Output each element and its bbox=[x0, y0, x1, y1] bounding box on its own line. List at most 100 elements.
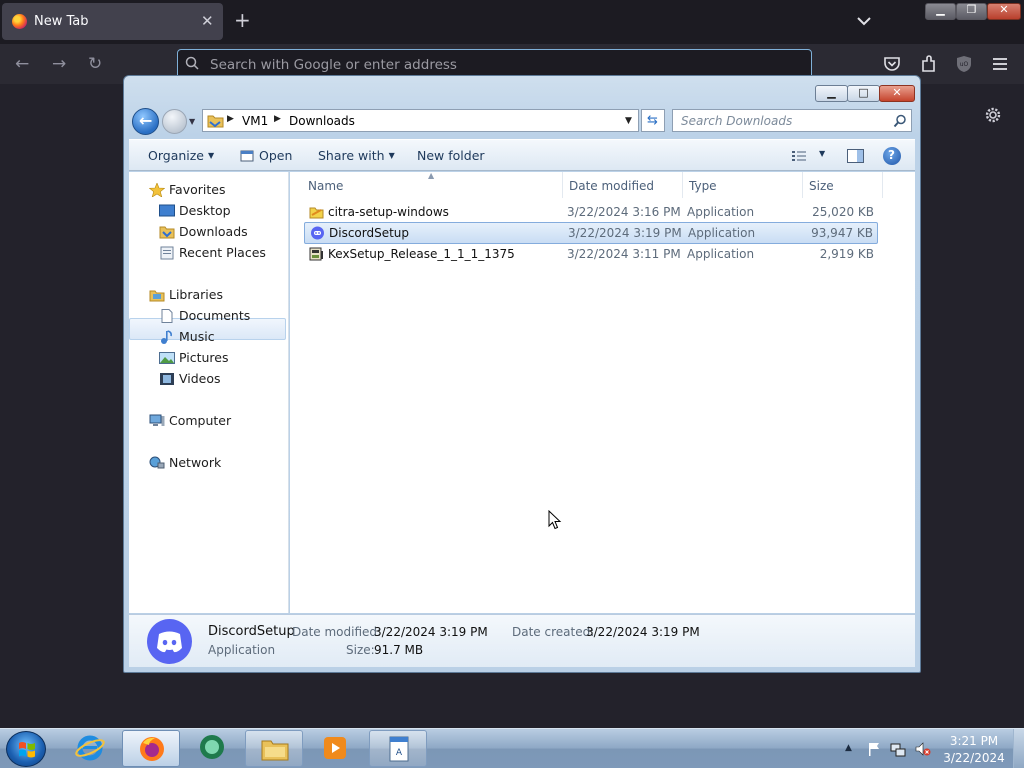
breadcrumb-vm1[interactable]: VM1 bbox=[242, 114, 268, 128]
browser-close-button[interactable]: ✕ bbox=[987, 3, 1021, 20]
file-name: KexSetup_Release_1_1_1_1375 bbox=[328, 247, 515, 261]
discord-icon bbox=[311, 226, 324, 240]
pictures-icon bbox=[159, 352, 175, 364]
details-date-created-label: Date created: bbox=[512, 625, 595, 639]
explorer-back-button[interactable]: ← bbox=[132, 108, 159, 135]
show-hidden-icons-icon[interactable]: ▲ bbox=[845, 743, 852, 753]
show-desktop-button[interactable] bbox=[1013, 729, 1024, 768]
browser-tab-new-tab[interactable]: New Tab ✕ bbox=[2, 3, 223, 40]
file-size: 2,919 KB bbox=[819, 247, 874, 261]
column-divider[interactable] bbox=[562, 172, 563, 198]
browser-tab-title: New Tab bbox=[34, 14, 89, 29]
change-view-icon[interactable] bbox=[792, 150, 807, 162]
forward-arrow-icon[interactable]: → bbox=[52, 54, 66, 74]
volume-muted-icon[interactable] bbox=[915, 741, 931, 757]
column-header-date-modified[interactable]: Date modified bbox=[569, 179, 654, 193]
file-date: 3/22/2024 3:16 PM bbox=[567, 205, 681, 219]
search-downloads-input[interactable]: Search Downloads bbox=[672, 109, 912, 132]
nav-favorites-label: Favorites bbox=[169, 182, 226, 197]
action-center-flag-icon[interactable] bbox=[866, 741, 882, 757]
chevron-down-icon: ▼ bbox=[208, 151, 215, 160]
reload-icon[interactable]: ↻ bbox=[88, 54, 102, 74]
pocket-icon[interactable] bbox=[881, 53, 903, 75]
explorer-forward-button[interactable] bbox=[162, 109, 187, 134]
mouse-cursor-icon bbox=[548, 510, 562, 530]
back-arrow-icon[interactable]: ← bbox=[15, 54, 29, 74]
refresh-button[interactable]: ⇆ bbox=[641, 109, 665, 132]
browser-minimize-button[interactable]: ▁ bbox=[925, 3, 956, 20]
column-divider[interactable] bbox=[802, 172, 803, 198]
folder-icon bbox=[261, 740, 289, 761]
refresh-icon: ⇆ bbox=[647, 113, 658, 128]
firefox-favicon-icon bbox=[12, 14, 27, 29]
explorer-close-button[interactable]: ✕ bbox=[879, 85, 915, 102]
media-player-icon bbox=[324, 737, 346, 759]
nav-music-label: Music bbox=[179, 329, 215, 344]
start-button[interactable] bbox=[6, 731, 46, 767]
taskbar-app-green[interactable] bbox=[183, 730, 241, 767]
explorer-maximize-button[interactable]: □ bbox=[847, 85, 880, 102]
explorer-minimize-button[interactable]: ▁ bbox=[815, 85, 848, 102]
taskbar-internet-explorer[interactable] bbox=[61, 730, 119, 767]
chevron-down-icon: ▼ bbox=[388, 151, 395, 160]
breadcrumb-separator-icon[interactable]: ▶ bbox=[227, 114, 234, 124]
file-row-citra-setup-windows[interactable]: citra-setup-windows 3/22/2024 3:16 PM Ap… bbox=[304, 202, 878, 222]
navigation-pane: Favorites Desktop Downloads Recent Place… bbox=[129, 172, 289, 613]
file-list-pane: ▲ Name Date modified Type Size citra-set… bbox=[290, 171, 915, 613]
newtab-settings-gear-icon[interactable] bbox=[983, 105, 1003, 125]
address-dropdown-icon[interactable]: ▼ bbox=[625, 116, 632, 126]
breadcrumb-separator-icon[interactable]: ▶ bbox=[274, 114, 281, 124]
address-bar[interactable]: ▶ VM1 ▶ Downloads ▼ bbox=[202, 109, 639, 132]
new-tab-button[interactable]: + bbox=[234, 9, 251, 31]
browser-restore-button[interactable]: ❐ bbox=[956, 3, 987, 20]
taskbar-firefox[interactable] bbox=[122, 730, 180, 767]
folder-icon bbox=[207, 115, 224, 128]
search-icon[interactable] bbox=[893, 114, 907, 128]
internet-explorer-icon bbox=[75, 735, 105, 761]
tab-close-icon[interactable]: ✕ bbox=[201, 12, 214, 30]
search-icon bbox=[185, 56, 199, 70]
details-size-value: 91.7 MB bbox=[374, 643, 424, 657]
preview-pane-icon[interactable] bbox=[847, 149, 864, 163]
new-folder-button[interactable]: New folder bbox=[417, 148, 485, 163]
breadcrumb-downloads[interactable]: Downloads bbox=[289, 114, 355, 128]
extensions-icon[interactable] bbox=[918, 53, 940, 75]
column-header-type[interactable]: Type bbox=[689, 179, 717, 193]
nav-documents-label: Documents bbox=[179, 308, 251, 323]
view-options-dropdown-icon[interactable]: ▼ bbox=[819, 149, 825, 158]
list-all-tabs-icon[interactable] bbox=[855, 12, 873, 30]
file-name: DiscordSetup bbox=[329, 226, 410, 240]
column-header-size[interactable]: Size bbox=[809, 179, 834, 193]
discord-logo-icon bbox=[157, 631, 182, 653]
open-icon[interactable] bbox=[240, 149, 254, 163]
share-with-label: Share with bbox=[318, 148, 385, 163]
firefox-icon bbox=[140, 737, 164, 761]
file-row-discordsetup[interactable]: DiscordSetup 3/22/2024 3:19 PM Applicati… bbox=[304, 222, 878, 244]
open-button[interactable]: Open bbox=[259, 148, 292, 163]
column-divider[interactable] bbox=[682, 172, 683, 198]
column-divider[interactable] bbox=[882, 172, 883, 198]
libraries-icon bbox=[149, 290, 165, 302]
share-with-button[interactable]: Share with ▼ bbox=[318, 148, 395, 163]
taskbar-windows-explorer[interactable] bbox=[245, 730, 303, 767]
clock-time[interactable]: 3:21 PM bbox=[935, 734, 1013, 748]
taskbar-media-player[interactable] bbox=[306, 730, 364, 767]
taskbar: A ▲ 3:21 PM 3/22/2024 bbox=[0, 728, 1024, 768]
nav-network-label: Network bbox=[169, 455, 222, 470]
taskbar-document-app[interactable]: A bbox=[369, 730, 427, 767]
network-tray-icon[interactable] bbox=[890, 741, 906, 757]
sort-ascending-icon: ▲ bbox=[428, 171, 435, 180]
file-size: 93,947 KB bbox=[811, 226, 873, 240]
column-header-name[interactable]: Name bbox=[308, 179, 343, 193]
help-icon[interactable]: ? bbox=[883, 147, 901, 165]
videos-icon bbox=[160, 373, 174, 385]
organize-button[interactable]: Organize ▼ bbox=[148, 148, 214, 163]
downloads-folder-icon bbox=[159, 226, 175, 239]
file-row-kexsetup[interactable]: KexSetup_Release_1_1_1_1375 3/22/2024 3:… bbox=[304, 244, 878, 264]
ublock-shield-icon[interactable]: uO bbox=[953, 53, 975, 75]
details-date-modified-value: 3/22/2024 3:19 PM bbox=[374, 625, 488, 639]
clock-date[interactable]: 3/22/2024 bbox=[935, 751, 1013, 765]
hamburger-menu-icon[interactable] bbox=[989, 53, 1011, 75]
recent-pages-dropdown-icon[interactable]: ▼ bbox=[189, 117, 198, 126]
details-file-type: Application bbox=[208, 643, 276, 657]
